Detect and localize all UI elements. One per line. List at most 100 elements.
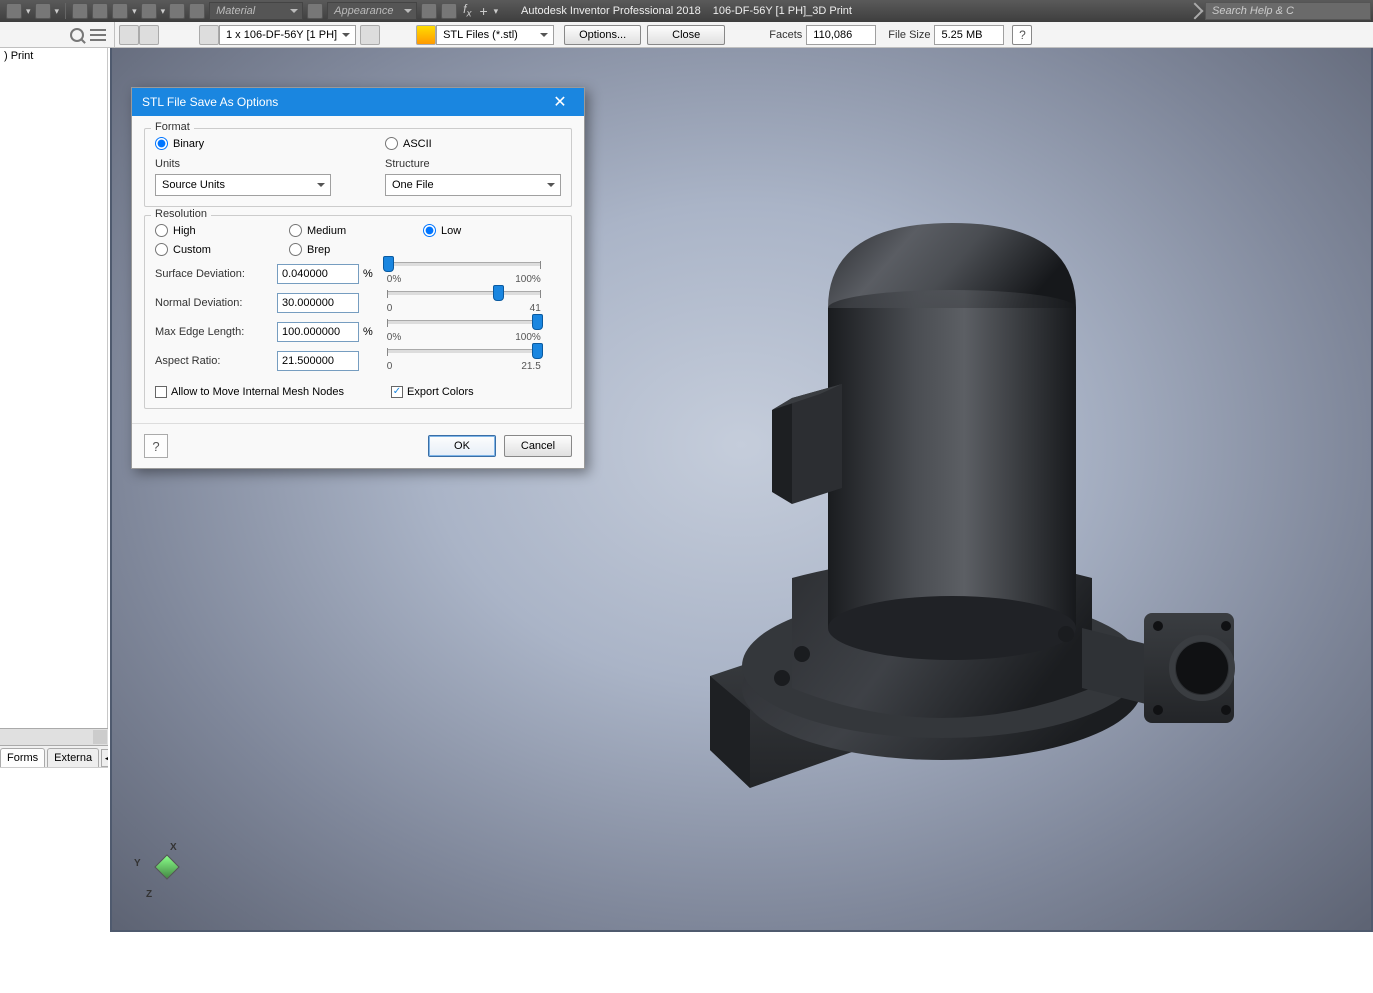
stl-badge-icon[interactable] <box>416 25 436 45</box>
material-dropdown[interactable]: Material <box>209 2 303 20</box>
max-edge-length-slider[interactable] <box>387 320 541 324</box>
filesize-value: 5.25 MB <box>934 25 1004 45</box>
appearance-dropdown-label: Appearance <box>334 5 393 17</box>
max-edge-length-label: Max Edge Length: <box>155 326 273 338</box>
redo-arrow-icon[interactable]: ▾ <box>55 6 60 17</box>
format-legend: Format <box>151 121 194 133</box>
axis-x-label: X <box>170 842 177 853</box>
max-edge-length-input[interactable] <box>277 322 359 342</box>
undo-arrow-icon[interactable]: ▾ <box>26 6 31 17</box>
appearance-icon[interactable] <box>307 3 323 19</box>
undo-icon[interactable] <box>6 3 22 19</box>
surface-deviation-label: Surface Deviation: <box>155 268 273 280</box>
plus-icon[interactable]: + <box>477 3 489 19</box>
select-icon[interactable] <box>141 3 157 19</box>
radio-low[interactable]: Low <box>423 224 557 237</box>
open-icon[interactable] <box>92 3 108 19</box>
dialog-title: STL File Save As Options <box>142 95 278 109</box>
structure-dropdown[interactable]: One File <box>385 174 561 196</box>
browser-tabs: Forms Externa ◂ ▸ <box>0 746 108 768</box>
tab-forms[interactable]: Forms <box>0 748 45 767</box>
filetype-dropdown[interactable]: STL Files (*.stl) <box>436 25 554 45</box>
resolution-legend: Resolution <box>151 208 211 220</box>
aspect-ratio-slider[interactable] <box>387 349 541 353</box>
stl-options-dialog: STL File Save As Options ✕ Format Binary… <box>131 87 585 469</box>
redo-icon[interactable] <box>35 3 51 19</box>
tab-scroll-left-icon[interactable]: ◂ <box>101 749 108 767</box>
link-icon[interactable] <box>441 3 457 19</box>
facets-value: 110,086 <box>806 25 876 45</box>
surface-deviation-slider[interactable] <box>387 262 541 266</box>
close-button[interactable]: Close <box>647 25 725 45</box>
facets-label: Facets <box>765 29 806 41</box>
checkbox-icon[interactable] <box>155 386 167 398</box>
globe-icon[interactable] <box>189 3 205 19</box>
normal-deviation-label: Normal Deviation: <box>155 297 273 309</box>
slider-thumb[interactable] <box>383 256 394 272</box>
appearance-dropdown[interactable]: Appearance <box>327 2 417 20</box>
axis-z-label: Z <box>146 889 152 900</box>
save-stl-icon[interactable] <box>119 25 139 45</box>
chevron-right-icon[interactable] <box>1187 3 1204 20</box>
expand-icon[interactable] <box>93 730 107 744</box>
filetype-dropdown-label: STL Files (*.stl) <box>443 29 518 41</box>
browser-item[interactable]: ) Print <box>0 48 107 64</box>
viewport[interactable]: X Y Z STL File Save As Options ✕ Format … <box>110 48 1373 932</box>
radio-custom[interactable]: Custom <box>155 243 289 256</box>
radio-brep[interactable]: Brep <box>289 243 423 256</box>
hamburger-icon[interactable] <box>90 29 106 41</box>
search-input[interactable]: Search Help & C <box>1205 2 1371 20</box>
options-button[interactable]: Options... <box>564 25 641 45</box>
tab-external[interactable]: Externa <box>47 748 99 767</box>
search-placeholder: Search Help & C <box>1212 5 1294 17</box>
radio-high[interactable]: High <box>155 224 289 237</box>
ok-button[interactable]: OK <box>428 435 496 457</box>
close-icon[interactable]: ✕ <box>546 88 574 116</box>
cancel-button[interactable]: Cancel <box>504 435 572 457</box>
slider-thumb[interactable] <box>532 314 543 330</box>
format-group: Format Binary ASCII Units Sou <box>144 128 572 207</box>
browser-panel: ) Print <box>0 48 108 728</box>
checkbox-icon[interactable]: ✓ <box>391 386 403 398</box>
units-dropdown[interactable]: Source Units <box>155 174 331 196</box>
preview-icon[interactable] <box>139 25 159 45</box>
browser-expand-bar <box>0 728 108 746</box>
search-icon[interactable] <box>70 28 84 42</box>
radio-medium[interactable]: Medium <box>289 224 423 237</box>
refresh-icon[interactable] <box>421 3 437 19</box>
normal-deviation-slider[interactable] <box>387 291 541 295</box>
export-colors-checkbox[interactable]: ✓ Export Colors <box>391 386 474 398</box>
browse-icon[interactable] <box>199 25 219 45</box>
measure-icon[interactable] <box>169 3 185 19</box>
titlebar: ▾ ▾ ▾ ▾ Material Appearance fx + ▾ Autod… <box>0 0 1373 22</box>
config-dropdown[interactable]: 1 x 106-DF-56Y [1 PH] <box>219 25 356 45</box>
aspect-ratio-input[interactable] <box>277 351 359 371</box>
surface-deviation-input[interactable] <box>277 264 359 284</box>
separator <box>114 22 115 48</box>
allow-move-mesh-checkbox[interactable]: Allow to Move Internal Mesh Nodes <box>155 386 391 398</box>
normal-deviation-input[interactable] <box>277 293 359 313</box>
toolbar-separator <box>65 3 66 19</box>
document-title: 106-DF-56Y [1 PH]_3D Print <box>713 5 852 17</box>
dialog-titlebar[interactable]: STL File Save As Options ✕ <box>132 88 584 116</box>
radio-ascii[interactable]: ASCII <box>385 137 432 150</box>
material-dropdown-label: Material <box>216 5 255 17</box>
radio-binary[interactable]: Binary <box>155 137 385 150</box>
model-preview <box>642 188 1312 808</box>
home-icon[interactable] <box>72 3 88 19</box>
axis-triad[interactable]: X Y Z <box>132 840 192 900</box>
slider-thumb[interactable] <box>532 343 543 359</box>
axis-cube-icon <box>154 854 179 879</box>
axis-y-label: Y <box>134 858 141 869</box>
fx-icon[interactable]: fx <box>461 2 473 19</box>
units-label: Units <box>155 158 385 170</box>
save-icon[interactable] <box>112 3 128 19</box>
help-icon[interactable]: ? <box>1012 25 1032 45</box>
app-title: Autodesk Inventor Professional 2018 <box>521 5 701 17</box>
secondary-toolbar: 1 x 106-DF-56Y [1 PH] STL Files (*.stl) … <box>0 22 1373 48</box>
slider-thumb[interactable] <box>493 285 504 301</box>
structure-label: Structure <box>385 158 561 170</box>
refresh-config-icon[interactable] <box>360 25 380 45</box>
dialog-help-icon[interactable]: ? <box>144 434 168 458</box>
filesize-label: File Size <box>884 29 934 41</box>
